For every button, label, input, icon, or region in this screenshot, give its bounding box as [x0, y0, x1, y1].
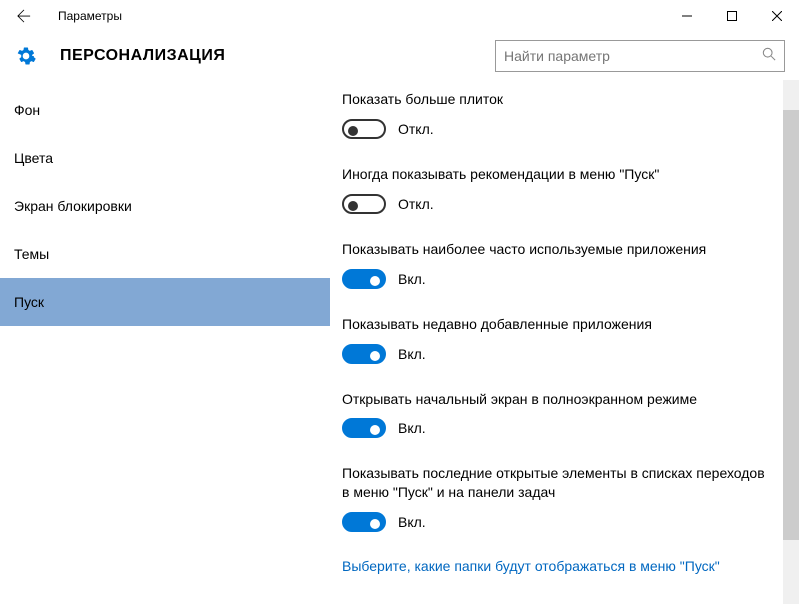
- setting-fullscreen-start: Открывать начальный экран в полноэкранно…: [342, 390, 769, 439]
- setting-label: Показывать последние открытые элементы в…: [342, 464, 769, 502]
- scrollbar[interactable]: [783, 80, 799, 604]
- search-icon: [762, 47, 776, 66]
- toggle-switch[interactable]: [342, 344, 386, 364]
- search-input[interactable]: [504, 48, 762, 64]
- maximize-icon: [727, 11, 737, 21]
- search-box[interactable]: [495, 40, 785, 72]
- toggle-switch[interactable]: [342, 418, 386, 438]
- setting-more-tiles: Показать больше плиток Откл.: [342, 90, 769, 139]
- titlebar: Параметры: [0, 0, 799, 32]
- toggle-state: Вкл.: [398, 346, 426, 362]
- maximize-button[interactable]: [709, 0, 754, 32]
- content-area: Показать больше плиток Откл. Иногда пока…: [330, 80, 799, 604]
- sidebar-item-label: Экран блокировки: [14, 198, 132, 214]
- sidebar-item-label: Цвета: [14, 150, 53, 166]
- close-icon: [772, 11, 782, 21]
- window-controls: [664, 0, 799, 32]
- sidebar-item-label: Фон: [14, 102, 40, 118]
- page-title: ПЕРСОНАЛИЗАЦИЯ: [60, 47, 225, 65]
- setting-label: Показывать недавно добавленные приложени…: [342, 315, 769, 334]
- back-arrow-icon: [17, 9, 31, 23]
- setting-most-used: Показывать наиболее часто используемые п…: [342, 240, 769, 289]
- minimize-button[interactable]: [664, 0, 709, 32]
- scrollbar-thumb[interactable]: [783, 110, 799, 540]
- back-button[interactable]: [8, 0, 40, 32]
- sidebar: Фон Цвета Экран блокировки Темы Пуск: [0, 80, 330, 604]
- setting-label: Иногда показывать рекомендации в меню "П…: [342, 165, 769, 184]
- toggle-state: Вкл.: [398, 514, 426, 530]
- toggle-state: Откл.: [398, 196, 434, 212]
- toggle-switch[interactable]: [342, 194, 386, 214]
- toggle-state: Откл.: [398, 121, 434, 137]
- setting-label: Показывать наиболее часто используемые п…: [342, 240, 769, 259]
- toggle-switch[interactable]: [342, 119, 386, 139]
- gear-icon: [14, 44, 38, 68]
- toggle-state: Вкл.: [398, 420, 426, 436]
- setting-recommendations: Иногда показывать рекомендации в меню "П…: [342, 165, 769, 214]
- header: ПЕРСОНАЛИЗАЦИЯ: [0, 32, 799, 80]
- sidebar-item-themes[interactable]: Темы: [0, 230, 330, 278]
- sidebar-item-label: Темы: [14, 246, 49, 262]
- minimize-icon: [682, 11, 692, 21]
- setting-jumplist-recent: Показывать последние открытые элементы в…: [342, 464, 769, 532]
- sidebar-item-background[interactable]: Фон: [0, 86, 330, 134]
- sidebar-item-colors[interactable]: Цвета: [0, 134, 330, 182]
- choose-folders-link[interactable]: Выберите, какие папки будут отображаться…: [342, 558, 769, 574]
- setting-label: Открывать начальный экран в полноэкранно…: [342, 390, 769, 409]
- setting-recently-added: Показывать недавно добавленные приложени…: [342, 315, 769, 364]
- window-title: Параметры: [58, 9, 122, 23]
- setting-label: Показать больше плиток: [342, 90, 769, 109]
- toggle-state: Вкл.: [398, 271, 426, 287]
- sidebar-item-start[interactable]: Пуск: [0, 278, 330, 326]
- close-button[interactable]: [754, 0, 799, 32]
- sidebar-item-label: Пуск: [14, 294, 44, 310]
- toggle-switch[interactable]: [342, 512, 386, 532]
- sidebar-item-lockscreen[interactable]: Экран блокировки: [0, 182, 330, 230]
- toggle-switch[interactable]: [342, 269, 386, 289]
